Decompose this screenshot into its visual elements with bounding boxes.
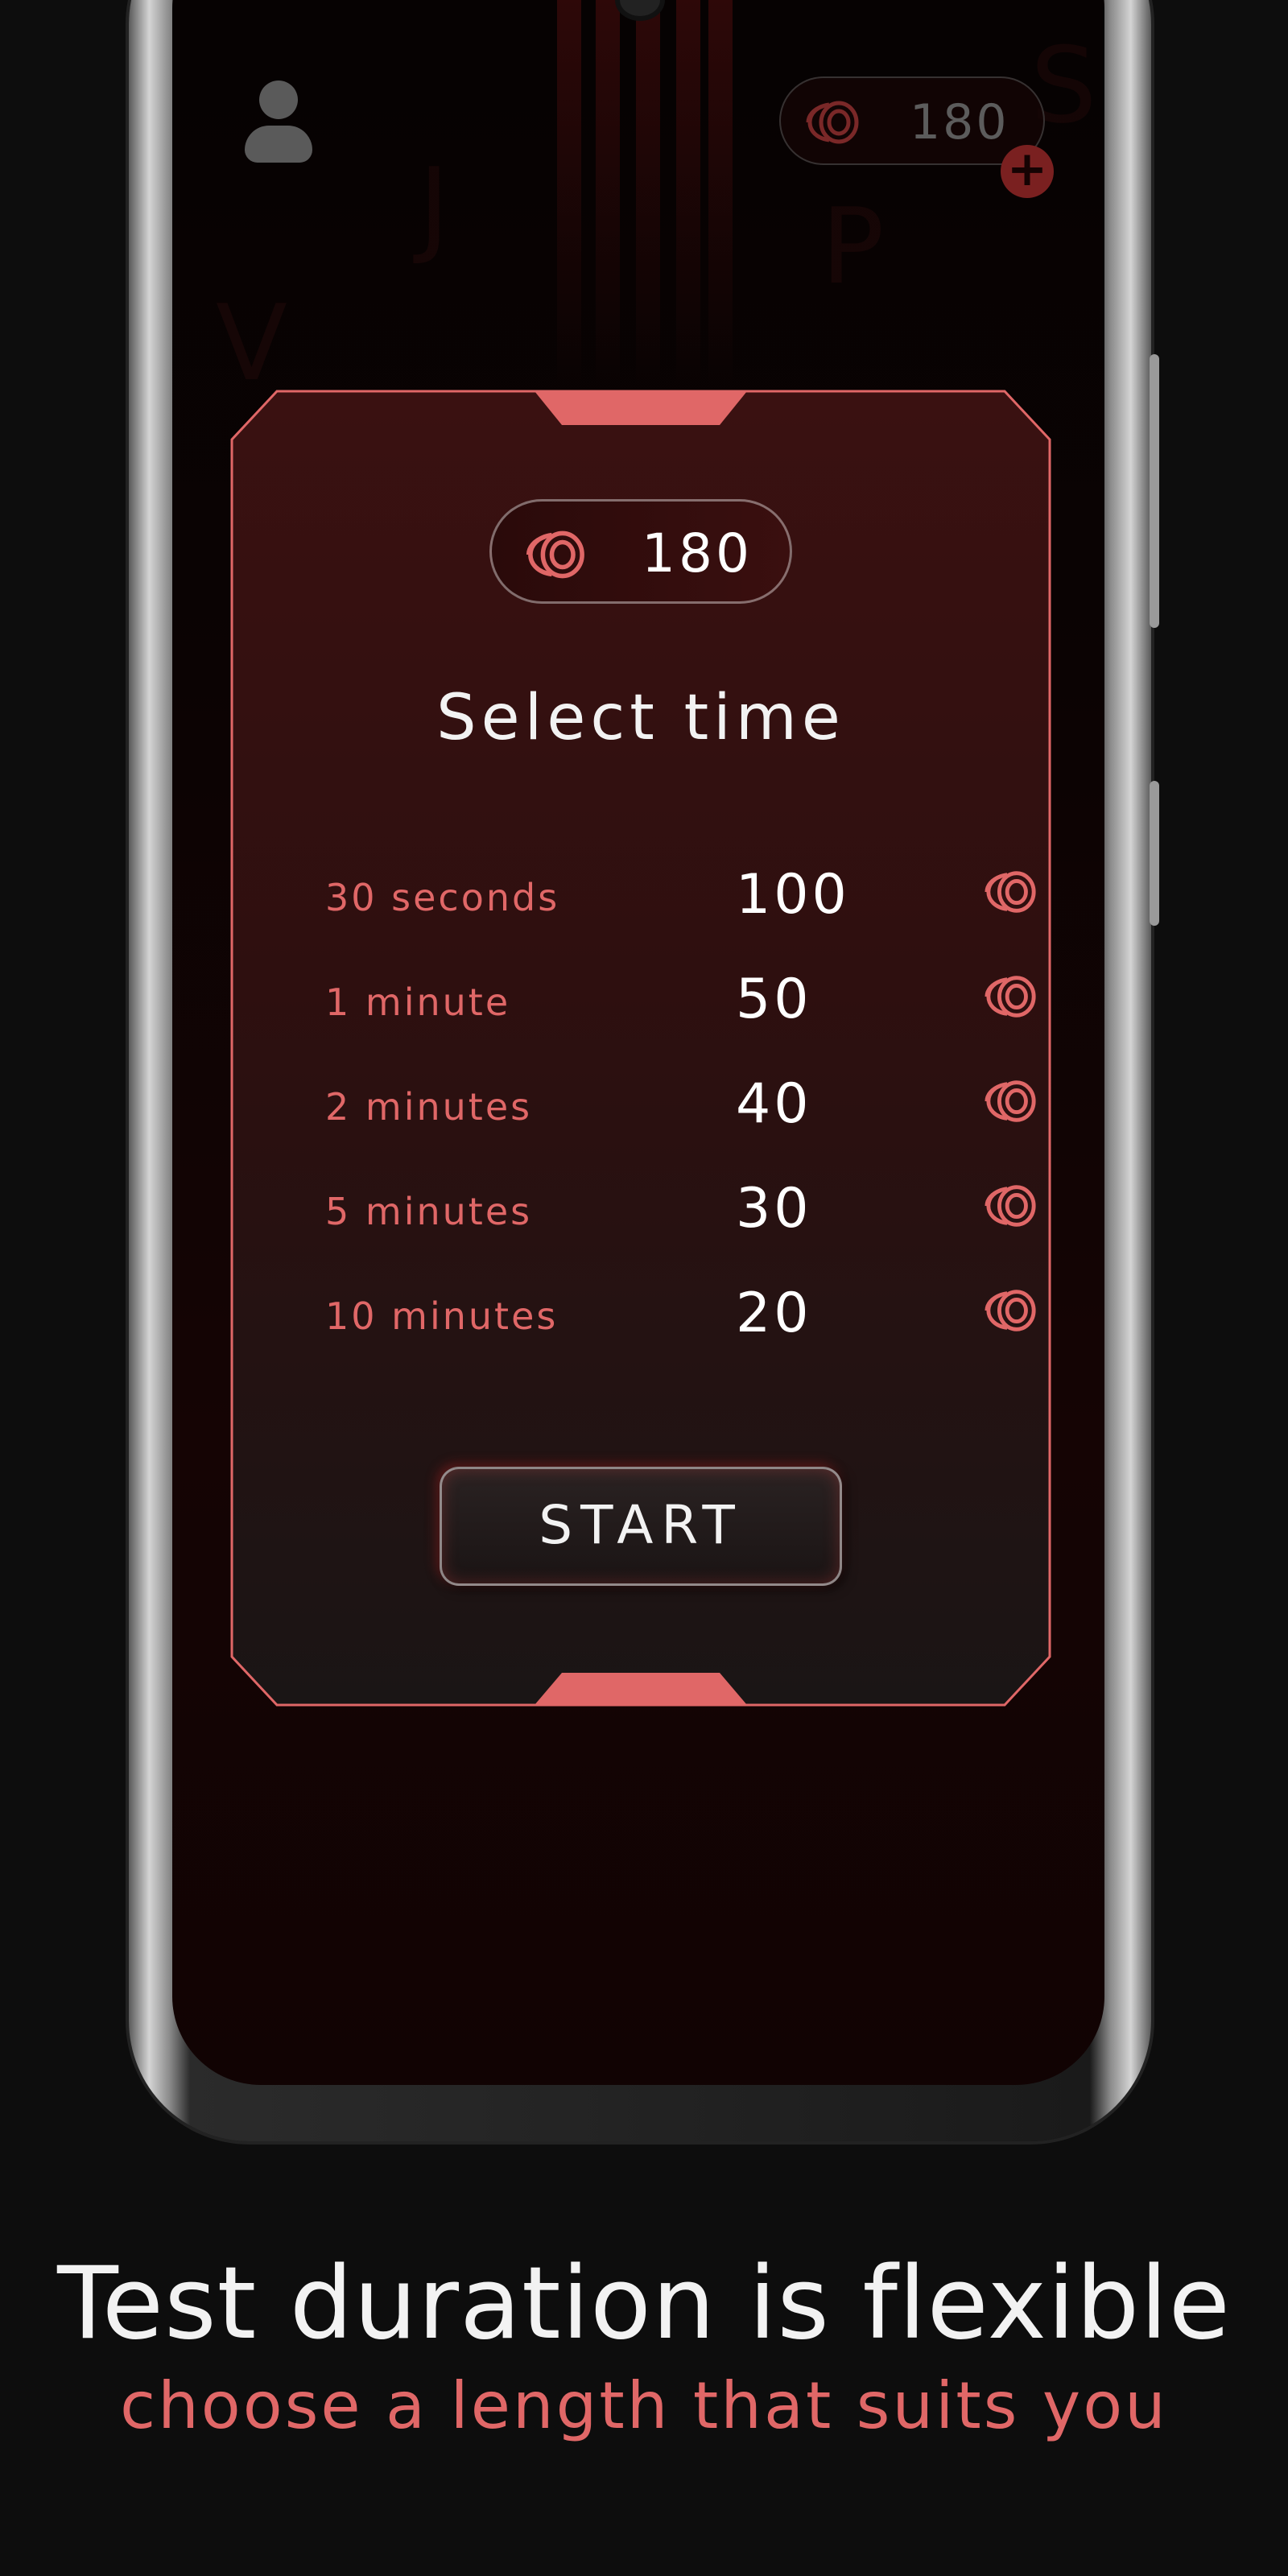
coin-stack-icon xyxy=(524,530,588,583)
phone-side-button xyxy=(1150,354,1159,628)
coin-balance-pill[interactable]: 180 xyxy=(779,76,1045,165)
time-option[interactable]: 1 minute 50 xyxy=(325,958,1036,1038)
time-option-cost: 20 xyxy=(736,1282,812,1345)
caption-title: Test duration is flexible xyxy=(57,2246,1231,2362)
coin-stack-icon xyxy=(805,100,861,148)
coin-stack-icon xyxy=(984,1079,1038,1127)
time-option[interactable]: 5 minutes 30 xyxy=(325,1167,1036,1248)
add-coins-button[interactable]: + xyxy=(1001,145,1054,198)
time-option[interactable]: 30 seconds 100 xyxy=(325,853,1036,934)
start-button[interactable]: START xyxy=(440,1467,842,1586)
caption-subtitle: choose a length that suits you xyxy=(120,2368,1168,2443)
coin-balance-value: 180 xyxy=(910,94,1009,151)
time-option-cost: 30 xyxy=(736,1177,812,1241)
time-option-label: 1 minute xyxy=(325,980,511,1024)
time-option[interactable]: 2 minutes 40 xyxy=(325,1063,1036,1143)
time-option-cost: 40 xyxy=(736,1072,812,1136)
time-option-label: 30 seconds xyxy=(325,876,560,919)
coin-stack-icon xyxy=(984,869,1038,918)
modal-title: Select time xyxy=(436,682,845,754)
coin-stack-icon xyxy=(984,974,1038,1022)
coin-stack-icon xyxy=(984,1288,1038,1336)
phone-side-button xyxy=(1150,781,1159,926)
modal-balance-pill: 180 xyxy=(489,499,792,604)
user-icon[interactable] xyxy=(242,80,314,165)
time-option-label: 10 minutes xyxy=(325,1294,559,1338)
time-option-label: 5 minutes xyxy=(325,1190,533,1233)
time-option-label: 2 minutes xyxy=(325,1085,533,1129)
select-time-modal: 180 Select time 30 seconds 100 1 minute … xyxy=(229,388,1053,1708)
time-option-cost: 50 xyxy=(736,968,812,1031)
modal-balance-value: 180 xyxy=(642,522,753,584)
coin-stack-icon xyxy=(984,1183,1038,1232)
time-option[interactable]: 10 minutes 20 xyxy=(325,1272,1036,1352)
time-option-cost: 100 xyxy=(736,863,850,927)
